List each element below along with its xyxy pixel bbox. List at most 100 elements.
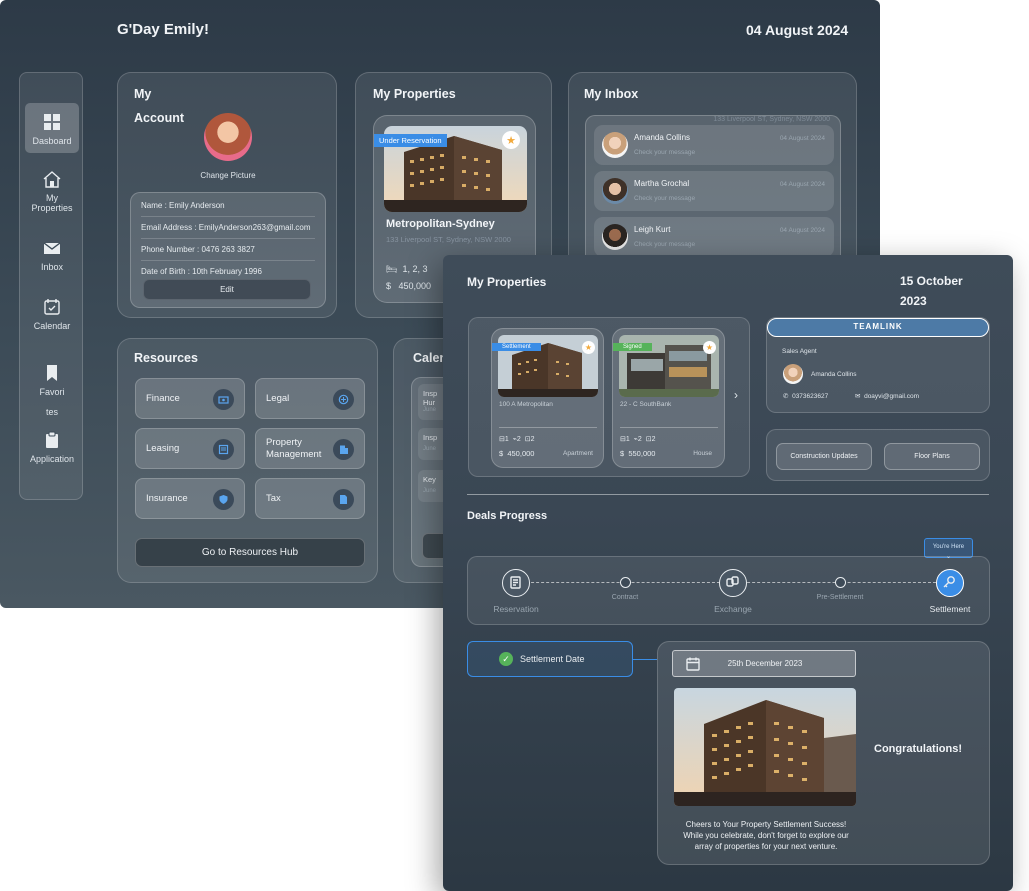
resource-label: Leasing xyxy=(146,443,180,454)
clipboard-icon xyxy=(46,431,58,448)
edit-button[interactable]: Edit xyxy=(143,279,311,300)
property-cards-panel: Settlement ★ 100 A Metropolitan ⊟1 ⌁2 ⊡2… xyxy=(468,317,750,477)
resource-label-1: Property xyxy=(266,436,302,448)
sidebar-item-dashboard[interactable]: Dasboard xyxy=(25,103,79,153)
sidebar-label-favorites-1: Favori xyxy=(39,387,65,397)
message-sender: Martha Grochal xyxy=(634,179,690,188)
baths-value: 2 xyxy=(637,436,642,443)
property-type: House xyxy=(693,450,712,457)
sidebar-label-dashboard: Dasboard xyxy=(32,136,72,146)
resource-finance[interactable]: Finance xyxy=(135,378,245,419)
message-preview: Check your message xyxy=(634,241,696,248)
avatar xyxy=(602,178,628,204)
step-contract[interactable] xyxy=(620,577,631,588)
property-features: ⊟1 ⌁2 ⊡2 xyxy=(620,435,655,443)
star-icon[interactable]: ★ xyxy=(502,131,520,149)
avatar xyxy=(602,132,628,158)
resource-label: Finance xyxy=(146,393,180,404)
settlement-date-tab[interactable]: ✓ Settlement Date xyxy=(467,641,633,677)
sidebar-item-favorites[interactable]: Favori tes xyxy=(25,363,79,417)
property-price: $ 550,000 xyxy=(620,449,655,458)
account-name: Name : Emily Anderson xyxy=(141,195,315,217)
property-card[interactable]: Settlement ★ 100 A Metropolitan ⊟1 ⌁2 ⊡2… xyxy=(491,328,604,468)
brand-banner: TEAMLINK xyxy=(767,318,989,337)
construction-updates-button[interactable]: Construction Updates xyxy=(776,443,872,470)
step-settlement[interactable] xyxy=(936,569,964,597)
baths-value: 2 xyxy=(516,436,521,443)
chevron-right-icon[interactable]: › xyxy=(734,388,738,402)
agent-phone[interactable]: ✆ 0373623627 xyxy=(783,392,828,400)
step-reservation[interactable] xyxy=(502,569,530,597)
calendar-icon xyxy=(44,299,60,315)
date-line-1: 15 October xyxy=(900,274,963,288)
sidebar-item-application[interactable]: Application xyxy=(25,430,79,464)
check-icon: ✓ xyxy=(499,652,513,666)
sidebar-label-properties-1: My xyxy=(46,193,58,203)
step-exchange[interactable] xyxy=(719,569,747,597)
resource-tax[interactable]: Tax xyxy=(255,478,365,519)
shield-icon xyxy=(213,489,234,510)
section-divider xyxy=(467,494,989,495)
resource-insurance[interactable]: Insurance xyxy=(135,478,245,519)
property-price: $ 450,000 xyxy=(386,281,431,291)
congrats-line-1: Cheers to Your Property Settlement Succe… xyxy=(685,820,847,829)
step-label: Reservation xyxy=(493,604,539,614)
step-pre-settlement[interactable] xyxy=(835,577,846,588)
beds-value: 1 xyxy=(625,436,630,443)
phone-value: 0373623627 xyxy=(792,393,829,400)
rooms-value: 1, 2, 3 xyxy=(402,264,428,274)
star-icon[interactable]: ★ xyxy=(582,341,595,354)
agent-email[interactable]: ✉ doayvi@gmail.com xyxy=(855,392,919,400)
dollar-icon: $ xyxy=(499,449,504,458)
account-email: Email Address : EmilyAnderson263@gmail.c… xyxy=(141,217,315,239)
profile-avatar[interactable] xyxy=(204,113,252,161)
change-picture-link[interactable]: Change Picture xyxy=(118,171,338,180)
sidebar-item-calendar[interactable]: Calendar xyxy=(25,297,79,331)
sidebar-label-application: Application xyxy=(29,454,75,464)
message-sender: Amanda Collins xyxy=(634,133,691,142)
price-value: 450,000 xyxy=(507,449,535,458)
key-icon xyxy=(943,576,955,588)
inbox-message[interactable]: Martha Grochal Check your message 04 Aug… xyxy=(594,171,834,211)
sidebar-label-calendar: Calendar xyxy=(33,321,71,331)
property-name: Metropolitan-Sydney xyxy=(386,218,495,230)
sidebar-label-properties-2: Properties xyxy=(31,203,73,213)
email-value: doayvi@gmail.com xyxy=(864,393,920,400)
property-address: 133 Liverpool ST, Sydney, NSW 2000 xyxy=(386,235,511,244)
star-icon[interactable]: ★ xyxy=(703,341,716,354)
progress-tracker: Reservation Contract Exchange Pre-Settle… xyxy=(467,556,990,625)
congrats-line-2: While you celebrate, don't forget to exp… xyxy=(683,831,849,840)
resources-hub-button[interactable]: Go to Resources Hub xyxy=(135,538,365,567)
grid-icon xyxy=(44,114,60,130)
inbox-message[interactable]: Leigh Kurt Check your message 04 August … xyxy=(594,217,834,257)
floor-plans-button[interactable]: Floor Plans xyxy=(884,443,980,470)
cars-value: 2 xyxy=(530,436,535,443)
property-detail-window: My Properties 15 October 2023 Settlement… xyxy=(443,255,1013,891)
sidebar: Dasboard My Properties Inbox Calendar Fa… xyxy=(19,72,83,500)
divider xyxy=(620,427,718,428)
resource-legal[interactable]: Legal xyxy=(255,378,365,419)
divider xyxy=(499,427,597,428)
header-date: 04 August 2024 xyxy=(746,22,849,38)
document-icon xyxy=(510,576,521,589)
property-card[interactable]: Signed ★ 22 - C SouthBank ⊟1 ⌁2 ⊡2 $ 550… xyxy=(612,328,725,468)
resources-title: Resources xyxy=(134,351,198,365)
message-date: 04 August 2024 xyxy=(779,181,825,188)
property-type: Apartment xyxy=(563,450,593,457)
status-badge: Settlement xyxy=(492,343,541,351)
you-are-here-badge: You're Here ⌄ xyxy=(924,538,973,560)
dollar-icon: $ xyxy=(620,449,625,458)
status-badge: Signed xyxy=(613,343,652,351)
resource-property-management[interactable]: Property Management xyxy=(255,428,365,469)
resource-leasing[interactable]: Leasing xyxy=(135,428,245,469)
inbox-message[interactable]: Amanda Collins Check your message 04 Aug… xyxy=(594,125,834,165)
message-date: 04 August 2024 xyxy=(779,227,825,234)
agent-name: Amanda Collins xyxy=(811,371,857,378)
step-label: Pre-Settlement xyxy=(816,594,864,601)
building-icon xyxy=(333,439,354,460)
account-details: Name : Emily Anderson Email Address : Em… xyxy=(130,192,326,308)
settlement-date-field: 25th December 2023 xyxy=(672,650,856,677)
sidebar-item-properties[interactable]: My Properties xyxy=(25,169,79,213)
message-preview: Check your message xyxy=(634,195,696,202)
sidebar-item-inbox[interactable]: Inbox xyxy=(25,238,79,272)
